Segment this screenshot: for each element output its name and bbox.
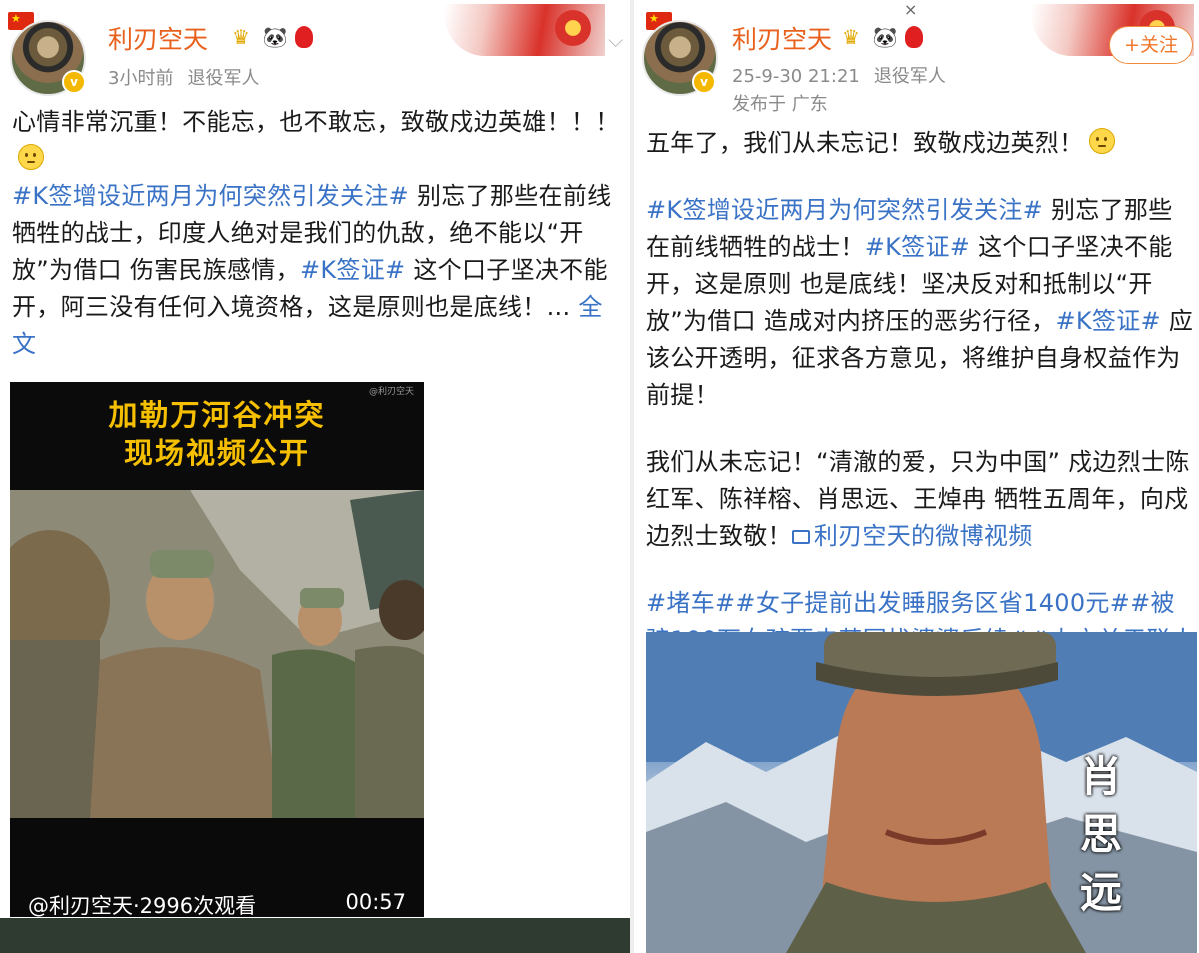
post-paragraph: 心情非常沉重！不能忘，也不敢忘，致敬戍边英雄！！！ (12, 104, 624, 178)
hashtag-link[interactable]: #K签增设近两月为何突然引发关注# (12, 182, 409, 210)
post-paragraph: 我们从未忘记！“清澈的爱，只为中国” 戍边烈士陈红军、陈祥榕、肖思远、王焯冉 牺… (646, 444, 1196, 555)
post-header: v 利刃空天 ♛ 🐼 3小时前退役军人 ⌵ (0, 4, 630, 96)
username[interactable]: 利刃空天 (732, 20, 832, 56)
hashtag-link[interactable]: #K签证# (865, 233, 970, 261)
post-paragraph: #K签增设近两月为何突然引发关注# 别忘了那些在前线牺牲的战士！#K签证# 这个… (646, 192, 1196, 414)
red-badge-icon[interactable] (904, 22, 924, 52)
left-post-panel: v 利刃空天 ♛ 🐼 3小时前退役军人 ⌵ 心情非常沉重！不能忘，也不敢忘，致敬… (0, 0, 630, 953)
subtitle-char: 思 (1079, 810, 1122, 859)
hashtag-link[interactable]: #K签增设近两月为何突然引发关注# (646, 196, 1043, 224)
video-user-views: @利刃空天·2996次观看 (28, 894, 257, 917)
video-camera-icon (791, 530, 810, 544)
verified-badge-icon: v (692, 70, 716, 94)
video-title: 加勒万河谷冲突 现场视频公开 (10, 396, 424, 472)
verified-badge-icon: v (62, 70, 86, 94)
post-text-segment: 五年了，我们从未忘记！致敬戍边英烈！ (646, 129, 1084, 157)
close-icon[interactable]: × (904, 0, 917, 19)
chevron-down-icon[interactable]: ⌵ (608, 28, 623, 52)
post-source: 退役军人 (187, 68, 260, 89)
post-text-segment: 心情非常沉重！不能忘，也不敢忘，致敬戍边英雄！！！ (12, 108, 620, 136)
post-location: 发布于 广东 (732, 94, 828, 115)
follow-button[interactable]: +关注 (1109, 26, 1193, 64)
post-header: v 利刃空天 ♛ 🐼 × 25-9-30 21:21 退役军人 发布于 广东 +关… (634, 0, 1199, 115)
post-time: 25-9-30 21:21 (732, 66, 860, 87)
post-source: 退役军人 (873, 66, 946, 87)
post-meta: 25-9-30 21:21 退役军人 (732, 62, 946, 88)
red-badge-icon[interactable] (294, 22, 314, 52)
image-subtitle: 肖思远 (1076, 748, 1126, 922)
video-link[interactable]: 利刃空天的微博视频 (791, 522, 1033, 550)
subtitle-char: 肖 (1079, 752, 1122, 801)
post-body: 五年了，我们从未忘记！致敬戍边英烈！ #K签增设近两月为何突然引发关注# 别忘了那… (646, 125, 1196, 696)
post-meta: 3小时前 退役军人 (108, 64, 259, 90)
crown-badge-icon[interactable]: ♛ (836, 22, 866, 52)
bottom-bar (0, 918, 630, 953)
emoji-face-icon (1089, 128, 1116, 154)
video-frame-soldiers (10, 490, 424, 818)
post-paragraph: 五年了，我们从未忘记！致敬戍边英烈！ (646, 125, 1196, 162)
username[interactable]: 利刃空天 (108, 20, 208, 56)
post-time: 3小时前 (108, 68, 174, 89)
video-duration: 00:57 (345, 890, 406, 914)
video-title-line1: 加勒万河谷冲突 (108, 398, 326, 432)
video-title-area: @利刃空天 加勒万河谷冲突 现场视频公开 (10, 382, 424, 490)
video-scene-art (10, 490, 424, 818)
user-badges: ♛ 🐼 (836, 22, 924, 52)
subtitle-char: 远 (1079, 868, 1122, 917)
video-link-label: 利刃空天的微博视频 (813, 522, 1033, 550)
emblem-icon (555, 10, 591, 46)
crown-badge-icon[interactable]: ♛ (226, 22, 256, 52)
hashtag-link[interactable]: #K签证# (300, 256, 405, 284)
user-badges: ♛ 🐼 (226, 22, 314, 52)
video-title-line2: 现场视频公开 (123, 436, 310, 470)
video-player[interactable]: @利刃空天 加勒万河谷冲突 现场视频公开 @利刃空天·2996次观看 00:57 (10, 382, 424, 917)
panda-badge-icon[interactable]: 🐼 (260, 22, 290, 52)
panda-badge-icon[interactable]: 🐼 (870, 22, 900, 52)
emoji-face-icon (18, 144, 44, 170)
post-body: 心情非常沉重！不能忘，也不敢忘，致敬戍边英雄！！！ #K签增设近两月为何突然引发关… (12, 104, 624, 363)
hashtag-link[interactable]: #K签证# (1055, 307, 1160, 335)
post-paragraph: #K签增设近两月为何突然引发关注# 别忘了那些在前线牺牲的战士，印度人绝对是我们… (12, 178, 624, 363)
